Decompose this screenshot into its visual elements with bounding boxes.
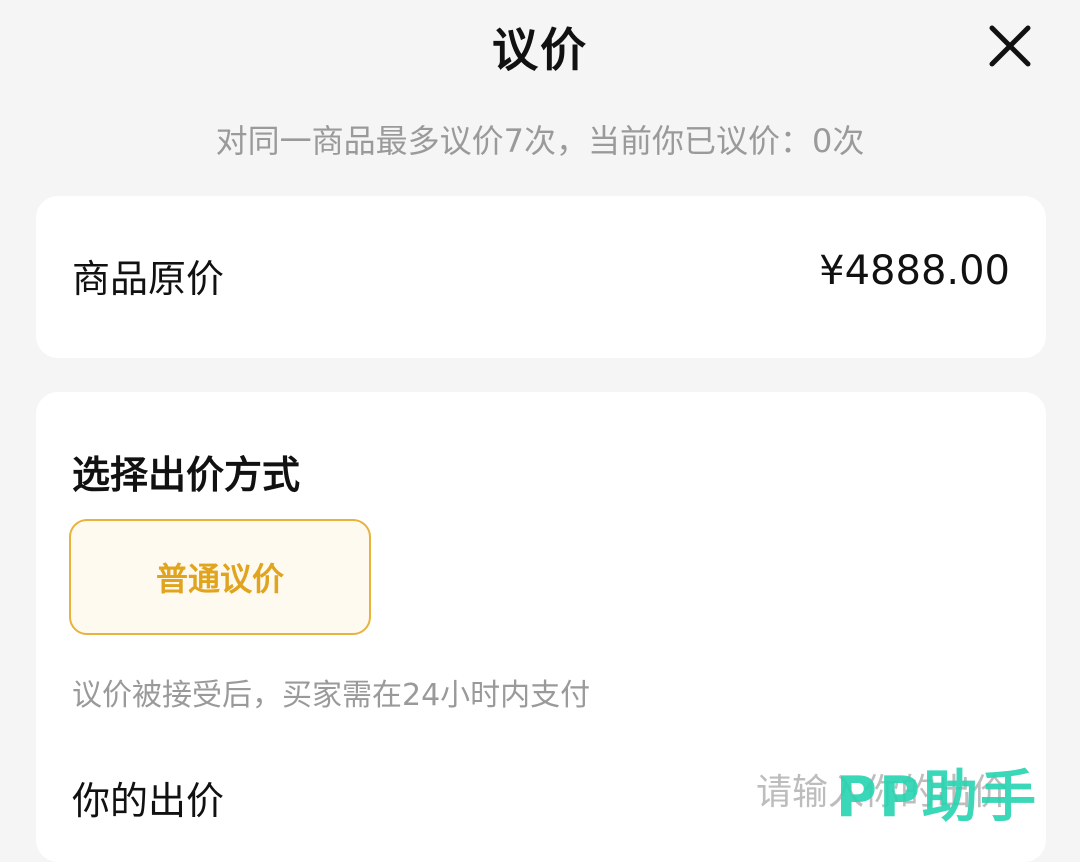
- bid-method-title: 选择出价方式: [72, 453, 301, 497]
- original-price-card: 商品原价 ¥4888.00: [36, 196, 1046, 358]
- offer-price-input[interactable]: [648, 764, 1008, 820]
- page-title: 议价: [492, 23, 588, 77]
- bid-method-note: 议价被接受后，买家需在24小时内支付: [72, 678, 591, 713]
- bargain-limit-text: 对同一商品最多议价7次，当前你已议价：0次: [215, 122, 865, 160]
- bid-method-card: 选择出价方式 普通议价 议价被接受后，买家需在24小时内支付 你的出价: [36, 392, 1046, 862]
- original-price-value: ¥4888.00: [819, 248, 1010, 294]
- bid-method-option-label: 普通议价: [155, 560, 284, 598]
- bid-method-option-normal[interactable]: 普通议价: [69, 519, 371, 635]
- your-offer-label: 你的出价: [72, 779, 225, 823]
- bargain-sheet: 议价 对同一商品最多议价7次，当前你已议价：0次 商品原价 ¥4888.00 选…: [0, 0, 1080, 862]
- close-icon: [986, 22, 1034, 70]
- original-price-label: 商品原价: [72, 257, 225, 301]
- close-button[interactable]: [986, 22, 1034, 70]
